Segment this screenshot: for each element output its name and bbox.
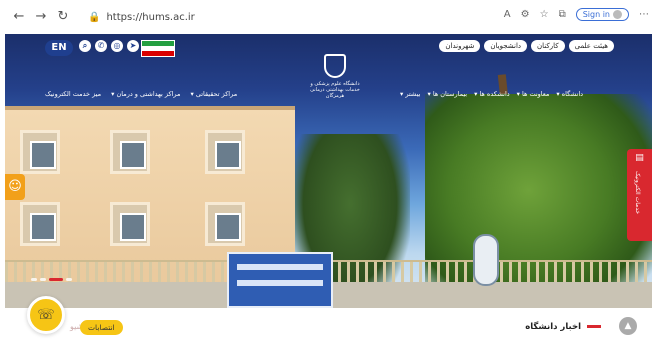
profile-avatar — [613, 10, 622, 19]
browser-actions: A ⚙ ☆ ⧉ Sign in ⋯ — [504, 8, 649, 21]
building-window — [20, 130, 60, 174]
social-icons: ⌕ ✆ ◎ ➤ — [79, 40, 139, 52]
news-section: ☏ آرشیو انتصابات اخبار دانشگاه ▲ — [0, 296, 657, 345]
menu-item-university[interactable]: دانشگاه ▾ — [556, 90, 583, 98]
hero-lamp — [473, 234, 499, 286]
tab-announcements[interactable]: انتصابات — [80, 320, 123, 335]
telegram-icon[interactable]: ➤ — [127, 40, 139, 52]
main-menu-left: مراکز تحقیقاتی ▾ مراکز بهداشتی و درمان ▾… — [45, 90, 237, 98]
quick-links: هیئت علمی کارکنان دانشجویان شهروندان — [439, 40, 614, 52]
menu-item-deputies[interactable]: معاونت ها ▾ — [517, 90, 550, 98]
slider-dot[interactable] — [31, 278, 37, 281]
menu-item-eservice-desk[interactable]: میز خدمت الکترونیک — [45, 90, 101, 98]
iran-flag-icon — [141, 40, 175, 57]
menu-item-health[interactable]: مراکز بهداشتی و درمان ▾ — [111, 90, 180, 98]
address-bar[interactable]: 🔒 https://hums.ac.ir — [88, 9, 195, 26]
quick-link-staff[interactable]: کارکنان — [531, 40, 565, 52]
forward-icon[interactable]: → — [32, 9, 50, 24]
url-text: https://hums.ac.ir — [106, 12, 195, 23]
university-logo[interactable]: دانشگاه علوم پزشکی و خدمات بهداشتی درمان… — [305, 54, 365, 99]
slider-dots — [31, 278, 72, 281]
menu-item-more[interactable]: بیشتر ▾ — [400, 90, 420, 98]
collections-icon[interactable]: ⧉ — [559, 9, 566, 20]
reload-icon[interactable]: ↻ — [54, 9, 72, 24]
scroll-top-icon[interactable]: ▲ — [619, 317, 637, 335]
accessibility-icon[interactable]: ☺ — [5, 174, 25, 200]
slider-dot[interactable] — [40, 278, 46, 281]
building-window — [110, 202, 150, 246]
instagram-icon[interactable]: ◎ — [111, 40, 123, 52]
menu-item-schools[interactable]: دانشکده ها ▾ — [474, 90, 510, 98]
read-aloud-icon[interactable]: A — [504, 9, 511, 20]
menu-item-hospitals[interactable]: بیمارستان ها ▾ — [427, 90, 467, 98]
whatsapp-icon[interactable]: ✆ — [95, 40, 107, 52]
logo-text: دانشگاه علوم پزشکی و خدمات بهداشتی درمان… — [310, 81, 360, 99]
slider-dot-active[interactable] — [49, 278, 63, 281]
news-section-title: اخبار دانشگاه — [525, 322, 601, 332]
building-window — [110, 130, 150, 174]
favorite-icon[interactable]: ☆ — [540, 9, 549, 20]
title-accent — [587, 325, 601, 328]
menu-item-research[interactable]: مراکز تحقیقاتی ▾ — [190, 90, 237, 98]
back-icon[interactable]: ← — [10, 9, 28, 24]
quick-link-citizens[interactable]: شهروندان — [439, 40, 481, 52]
lock-icon: 🔒 — [88, 12, 101, 23]
extensions-icon[interactable]: ⚙ — [521, 9, 530, 20]
browser-toolbar: ← → ↻ 🔒 https://hums.ac.ir A ⚙ ☆ ⧉ Sign … — [0, 0, 657, 34]
eservice-label: خدمات الکترونیک — [634, 171, 641, 215]
main-menu-right: دانشگاه ▾ معاونت ها ▾ دانشکده ها ▾ بیمار… — [400, 90, 583, 98]
hero-sign — [227, 252, 333, 308]
eservice-side-button[interactable]: ▤ خدمات الکترونیک — [627, 149, 652, 241]
building-window — [205, 202, 245, 246]
building-window — [205, 130, 245, 174]
quick-link-students[interactable]: دانشجویان — [484, 40, 528, 52]
search-icon[interactable]: ⌕ — [79, 40, 91, 52]
hero-banner: EN ⌕ ✆ ◎ ➤ هیئت علمی کارکنان دانشجویان ش… — [5, 34, 652, 308]
logo-emblem-icon — [324, 54, 346, 78]
chat-icon[interactable]: ☏ — [27, 296, 65, 334]
eservice-icon: ▤ — [635, 153, 644, 163]
slider-dot[interactable] — [66, 278, 72, 281]
quick-link-faculty[interactable]: هیئت علمی — [568, 40, 614, 52]
more-icon[interactable]: ⋯ — [639, 9, 649, 20]
building-window — [20, 202, 60, 246]
signin-button[interactable]: Sign in — [575, 8, 629, 21]
language-switch-button[interactable]: EN — [45, 40, 73, 56]
